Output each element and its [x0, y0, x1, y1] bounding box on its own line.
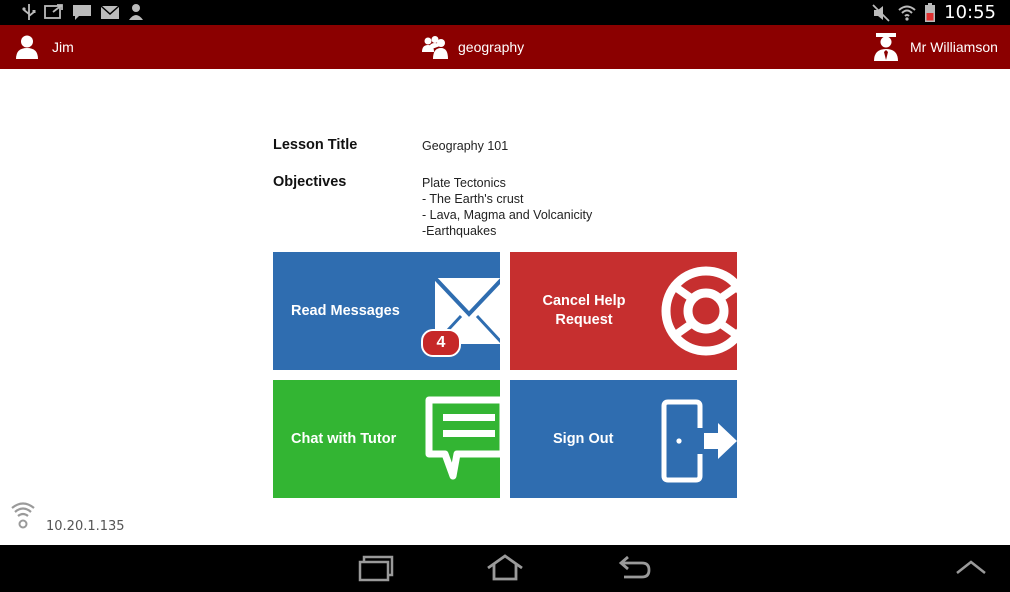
cancel-help-label-line1: Cancel Help	[542, 293, 626, 309]
student-name: Jim	[52, 39, 74, 55]
chat-bubble-icon	[425, 396, 500, 480]
objective-item: Plate Tectonics	[422, 176, 506, 190]
sign-out-label: Sign Out	[553, 431, 614, 447]
lesson-title-row: Lesson Title Geography 101	[273, 137, 508, 154]
chevron-up-icon[interactable]	[955, 559, 987, 577]
connection-wifi-icon	[11, 502, 35, 529]
group-icon	[422, 36, 448, 59]
main-content: Lesson Title Geography 101 Objectives Pl…	[0, 69, 1010, 545]
status-bar: 10:55	[0, 0, 1010, 25]
cancel-help-request-button[interactable]: Cancel Help Request	[510, 252, 737, 370]
objective-item: - Lava, Magma and Volcanicity	[422, 208, 593, 222]
recent-apps-icon[interactable]	[358, 553, 396, 583]
class-info[interactable]: geography	[422, 25, 524, 69]
student-profile[interactable]: Jim	[16, 25, 74, 69]
objectives-row: Objectives Plate Tectonics - The Earth's…	[273, 174, 592, 239]
battery-icon	[925, 2, 936, 22]
mute-icon	[872, 3, 890, 22]
ip-address: 10.20.1.135	[46, 519, 125, 534]
gmail-icon	[100, 5, 120, 19]
contact-icon	[129, 4, 143, 20]
lifebuoy-icon	[661, 266, 737, 356]
teacher-name: Mr Williamson	[910, 39, 998, 55]
objective-item: - The Earth's crust	[422, 192, 524, 206]
lesson-title-value: Geography 101	[422, 139, 509, 153]
exit-door-icon	[661, 399, 737, 483]
usb-icon	[22, 4, 36, 20]
teacher-icon	[874, 33, 898, 61]
status-time: 10:55	[944, 2, 996, 23]
user-icon	[16, 35, 38, 59]
cancel-help-label: Cancel Help Request	[532, 292, 636, 330]
class-name: geography	[458, 39, 525, 55]
wifi-icon	[898, 5, 916, 21]
lesson-title-label: Lesson Title	[273, 137, 358, 153]
chat-tutor-label: Chat with Tutor	[291, 431, 397, 447]
chat-with-tutor-button[interactable]: Chat with Tutor	[273, 380, 500, 498]
status-left-icons	[22, 3, 144, 21]
objective-item: -Earthquakes	[422, 224, 497, 238]
app-header: Jim geography Mr Williamson	[0, 25, 1010, 69]
status-right-icons: 10:55	[872, 2, 996, 23]
objectives-list: Plate Tectonics - The Earth's crust - La…	[422, 174, 592, 239]
teacher-profile[interactable]: Mr Williamson	[874, 25, 998, 69]
read-messages-button[interactable]: Read Messages 4	[273, 252, 500, 370]
objectives-label: Objectives	[273, 174, 347, 190]
read-messages-label: Read Messages	[291, 303, 400, 319]
unread-count-badge: 4	[421, 329, 461, 357]
home-icon[interactable]	[485, 553, 525, 583]
back-icon[interactable]	[614, 553, 654, 583]
screen-share-icon	[44, 4, 63, 19]
chat-notification-icon	[73, 5, 91, 20]
cancel-help-label-line2: Request	[555, 312, 613, 328]
system-nav-bar	[0, 545, 1010, 592]
sign-out-button[interactable]: Sign Out	[510, 380, 737, 498]
